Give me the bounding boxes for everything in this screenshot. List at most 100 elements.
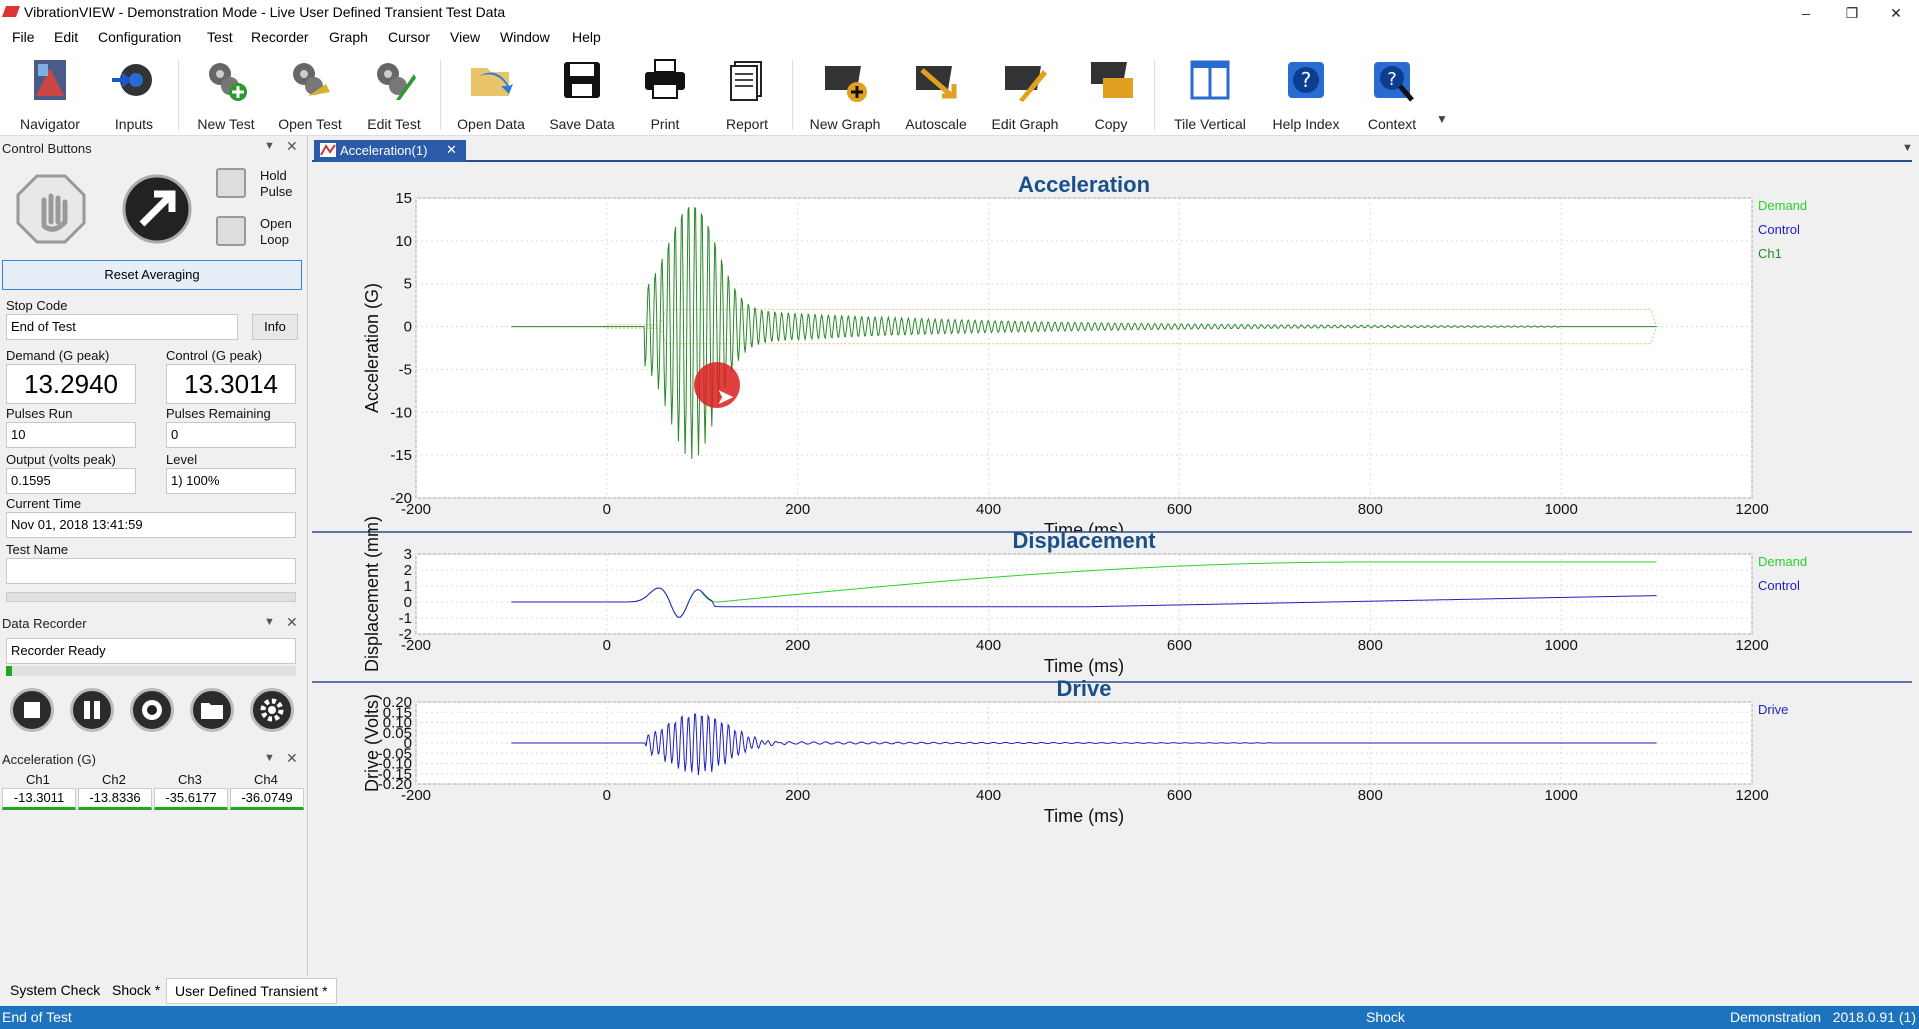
y-tick-label: -5 [399,361,412,378]
menu-window[interactable]: Window [500,29,550,45]
menu-cursor[interactable]: Cursor [388,29,430,45]
y-axis-label: Displacement (mm) [362,516,382,672]
tab-acceleration[interactable]: Acceleration(1) ✕ [314,140,466,162]
graph-tab-bar [312,140,1912,162]
current-time-field: Nov 01, 2018 13:41:59 [6,512,296,538]
plot-area [415,553,1753,635]
restore-button[interactable]: ❐ [1832,2,1872,24]
status-bar: End of Test Shock Demonstration 2018.0.9… [0,1006,1919,1029]
save-data-icon [558,56,606,104]
test-progress-bar [6,592,296,602]
recorder-settings-button[interactable] [250,688,294,732]
save-data-button[interactable]: Save Data [540,54,624,134]
menu-test[interactable]: Test [207,29,233,45]
legend-ch1: Ch1 [1758,246,1782,261]
minimize-button[interactable]: – [1786,2,1826,24]
copy-icon [1087,56,1135,104]
open-test-button[interactable]: Open Test [270,54,350,134]
recorder-pause-button[interactable] [70,688,114,732]
x-tick-label: 0 [603,787,611,804]
recorder-open-button[interactable] [190,688,234,732]
level-label: Level [166,452,198,467]
chart-title: Displacement [1012,528,1156,553]
recorder-record-button[interactable] [130,688,174,732]
y-tick-label: -20 [390,490,412,507]
new-test-button[interactable]: New Test [186,54,266,134]
context-help-button[interactable]: ? Context [1352,54,1432,134]
y-tick-label: -0.20 [378,776,412,793]
menu-view[interactable]: View [450,29,480,45]
toolbar-overflow-icon[interactable]: ▼ [1436,112,1448,126]
test-name-label: Test Name [6,542,69,557]
stop-code-label: Stop Code [6,298,68,313]
tab-list-dropdown-icon[interactable]: ▼ [1902,142,1913,154]
reset-averaging-button[interactable]: Reset Averaging [2,260,302,290]
open-data-button[interactable]: Open Data [448,54,534,134]
panel-close-icon[interactable]: ✕ [286,614,298,631]
tab-close-icon[interactable]: ✕ [446,140,457,160]
new-graph-button[interactable]: New Graph [800,54,890,134]
menu-graph[interactable]: Graph [329,29,368,45]
open-loop-checkbox[interactable] [216,216,246,246]
navigator-button[interactable]: Navigator [10,54,90,134]
toolbar-separator [792,60,793,130]
context-help-icon: ? [1368,56,1416,104]
x-tick-label: 1000 [1544,637,1577,654]
tab-user-defined-transient[interactable]: User Defined Transient * [166,978,337,1004]
menu-file[interactable]: File [12,29,35,45]
x-tick-label: 800 [1358,637,1383,654]
y-tick-label: 1 [404,578,412,595]
y-tick-label: 0 [404,319,412,336]
menu-configuration[interactable]: Configuration [98,29,181,45]
print-icon [641,56,689,104]
print-button[interactable]: Print [630,54,700,134]
inputs-button[interactable]: Inputs [96,54,172,134]
test-tabs: System Check Shock * User Defined Transi… [0,978,1919,1006]
pulses-remaining-label: Pulses Remaining [166,406,271,421]
close-button[interactable]: ✕ [1876,2,1916,24]
panel-dropdown-icon[interactable]: ▼ [264,140,275,152]
report-button[interactable]: Report [710,54,784,134]
current-time-label: Current Time [6,496,82,511]
new-test-icon [202,56,250,104]
x-tick-label: 0 [603,501,611,518]
new-graph-icon [821,56,869,104]
recorder-stop-button[interactable] [10,688,54,732]
output-field: 0.1595 [6,468,136,494]
test-name-field [6,558,296,584]
x-axis-label: Time (ms) [1044,656,1124,676]
panel-close-icon[interactable]: ✕ [286,138,298,155]
mouse-cursor-icon: ➤ [716,384,735,409]
ch1-value: -13.3011 [2,788,76,810]
panel-dropdown-icon[interactable]: ▼ [264,752,275,764]
y-tick-label: 5 [404,276,412,293]
title-bar: VibrationVIEW - Demonstration Mode - Liv… [0,0,1919,26]
edit-graph-button[interactable]: Edit Graph [980,54,1070,134]
ch2-value: -13.8336 [78,788,152,810]
demand-value: 13.2940 [6,364,136,404]
stop-button[interactable] [16,174,86,244]
menu-recorder[interactable]: Recorder [251,29,309,45]
x-tick-label: 1200 [1735,637,1768,654]
y-tick-label: -10 [390,404,412,421]
tab-system-check[interactable]: System Check [10,982,100,998]
x-tick-label: 400 [976,787,1001,804]
panel-dropdown-icon[interactable]: ▼ [264,616,275,628]
menu-help[interactable]: Help [572,29,601,45]
edit-test-button[interactable]: Edit Test [354,54,434,134]
copy-button[interactable]: Copy [1076,54,1146,134]
hold-pulse-checkbox[interactable] [216,168,246,198]
y-tick-label: -1 [399,610,412,627]
info-button[interactable]: Info [252,314,298,340]
menu-bar: File Edit Configuration Test Recorder Gr… [0,26,1919,50]
tile-vertical-button[interactable]: Tile Vertical [1162,54,1258,134]
tab-shock[interactable]: Shock * [112,982,160,998]
help-index-button[interactable]: ? Help Index [1264,54,1348,134]
start-button[interactable] [122,174,192,244]
menu-edit[interactable]: Edit [54,29,78,45]
pulses-run-field: 10 [6,422,136,448]
autoscale-button[interactable]: Autoscale [896,54,976,134]
charts-svg: Acceleration-200 0 200 400 600 800 1000 1200151… [312,162,1912,962]
ch4-header: Ch4 [254,772,278,787]
panel-close-icon[interactable]: ✕ [286,750,298,767]
